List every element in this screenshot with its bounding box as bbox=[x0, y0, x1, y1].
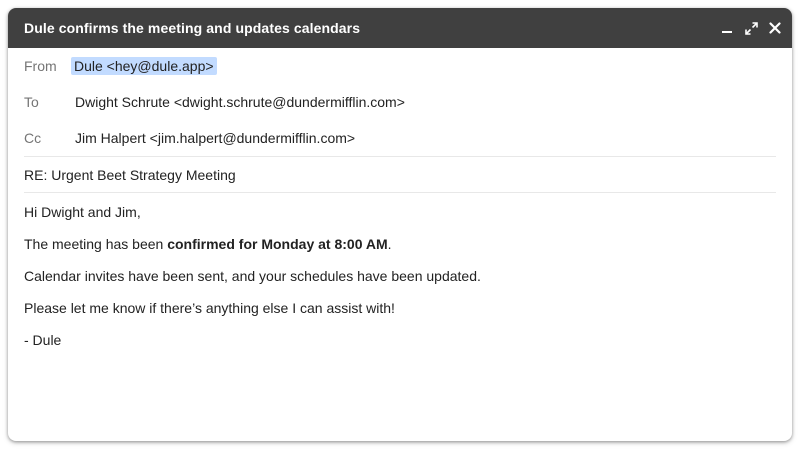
window-title: Dule confirms the meeting and updates ca… bbox=[24, 20, 361, 36]
body-line: The meeting has been confirmed for Monda… bbox=[24, 236, 776, 268]
expand-icon[interactable] bbox=[744, 21, 758, 35]
cc-address[interactable]: Jim Halpert <jim.halpert@dundermifflin.c… bbox=[75, 130, 355, 146]
email-body[interactable]: Hi Dwight and Jim, The meeting has been … bbox=[24, 193, 776, 364]
minimize-icon[interactable] bbox=[720, 21, 734, 35]
subject-line[interactable]: RE: Urgent Beet Strategy Meeting bbox=[24, 157, 776, 192]
body-line: Calendar invites have been sent, and you… bbox=[24, 268, 481, 284]
body-text: The meeting has been bbox=[24, 236, 168, 252]
close-icon[interactable] bbox=[768, 21, 782, 35]
window-controls bbox=[720, 21, 782, 35]
greeting: Hi Dwight and Jim, bbox=[24, 204, 141, 220]
email-content: From Dule <hey@dule.app> To Dwight Schru… bbox=[8, 48, 792, 364]
to-address[interactable]: Dwight Schrute <dwight.schrute@dundermif… bbox=[75, 94, 405, 110]
to-label: To bbox=[24, 94, 39, 110]
from-label: From bbox=[24, 58, 57, 74]
body-text: . bbox=[387, 236, 392, 252]
body-line: Please let me know if there’s anything e… bbox=[24, 300, 395, 316]
from-address[interactable]: Dule <hey@dule.app> bbox=[71, 57, 217, 75]
cc-label: Cc bbox=[24, 130, 42, 146]
from-row: From Dule <hey@dule.app> bbox=[24, 48, 776, 84]
email-window: Dule confirms the meeting and updates ca… bbox=[8, 8, 792, 441]
to-row: To Dwight Schrute <dwight.schrute@dunder… bbox=[24, 84, 776, 120]
signature: - Dule bbox=[24, 332, 62, 348]
cc-row: Cc Jim Halpert <jim.halpert@dundermiffli… bbox=[24, 120, 776, 156]
confirmed-time: confirmed for Monday at 8:00 AM bbox=[167, 236, 388, 252]
title-bar: Dule confirms the meeting and updates ca… bbox=[8, 8, 792, 48]
